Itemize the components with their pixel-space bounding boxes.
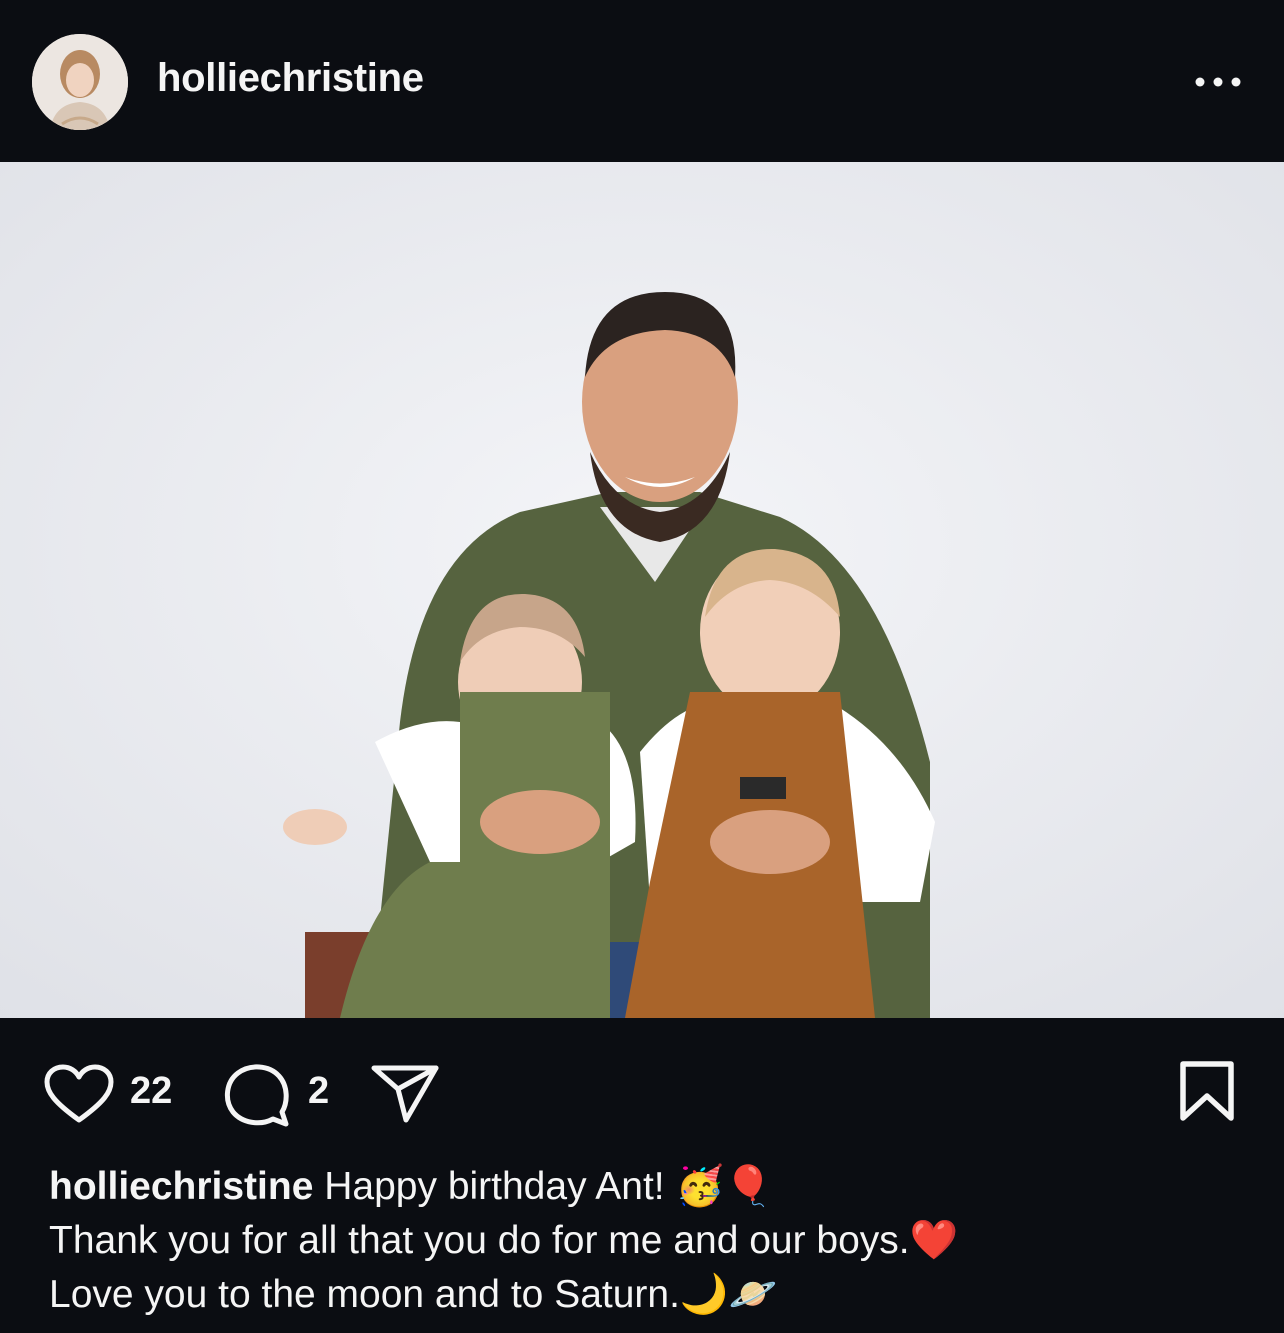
caption-line-2: Thank you for all that you do for me and…: [49, 1219, 959, 1262]
post-username[interactable]: holliechristine: [157, 56, 424, 101]
post-header: holliechristine: [0, 0, 1284, 162]
bookmark-icon: [1180, 1061, 1234, 1121]
post-photo[interactable]: [0, 162, 1284, 1018]
heart-icon: [44, 1064, 114, 1123]
photo-illustration: [0, 162, 1284, 1018]
more-options-button[interactable]: [1192, 68, 1244, 96]
caption-text-1: Happy birthday Ant! 🥳🎈: [324, 1165, 773, 1208]
caption-line-1: holliechristine Happy birthday Ant! 🥳🎈: [49, 1160, 1249, 1214]
comment-icon: [224, 1064, 289, 1127]
profile-avatar[interactable]: [32, 34, 128, 130]
caption-line-3: Love you to the moon and to Saturn.🌙🪐: [49, 1273, 778, 1316]
caption-username[interactable]: holliechristine: [49, 1165, 313, 1208]
comment-button[interactable]: [222, 1062, 290, 1133]
avatar-image: [32, 34, 128, 130]
like-button[interactable]: [44, 1064, 114, 1129]
share-button[interactable]: [370, 1062, 440, 1129]
post-action-bar: 22 2: [0, 1018, 1284, 1158]
paper-plane-icon: [371, 1065, 439, 1123]
more-horizontal-icon: [1195, 77, 1241, 87]
save-button[interactable]: [1178, 1060, 1236, 1129]
like-count[interactable]: 22: [130, 1070, 172, 1113]
post-caption: holliechristine Happy birthday Ant! 🥳🎈 T…: [49, 1160, 1249, 1322]
comment-count[interactable]: 2: [308, 1070, 329, 1113]
